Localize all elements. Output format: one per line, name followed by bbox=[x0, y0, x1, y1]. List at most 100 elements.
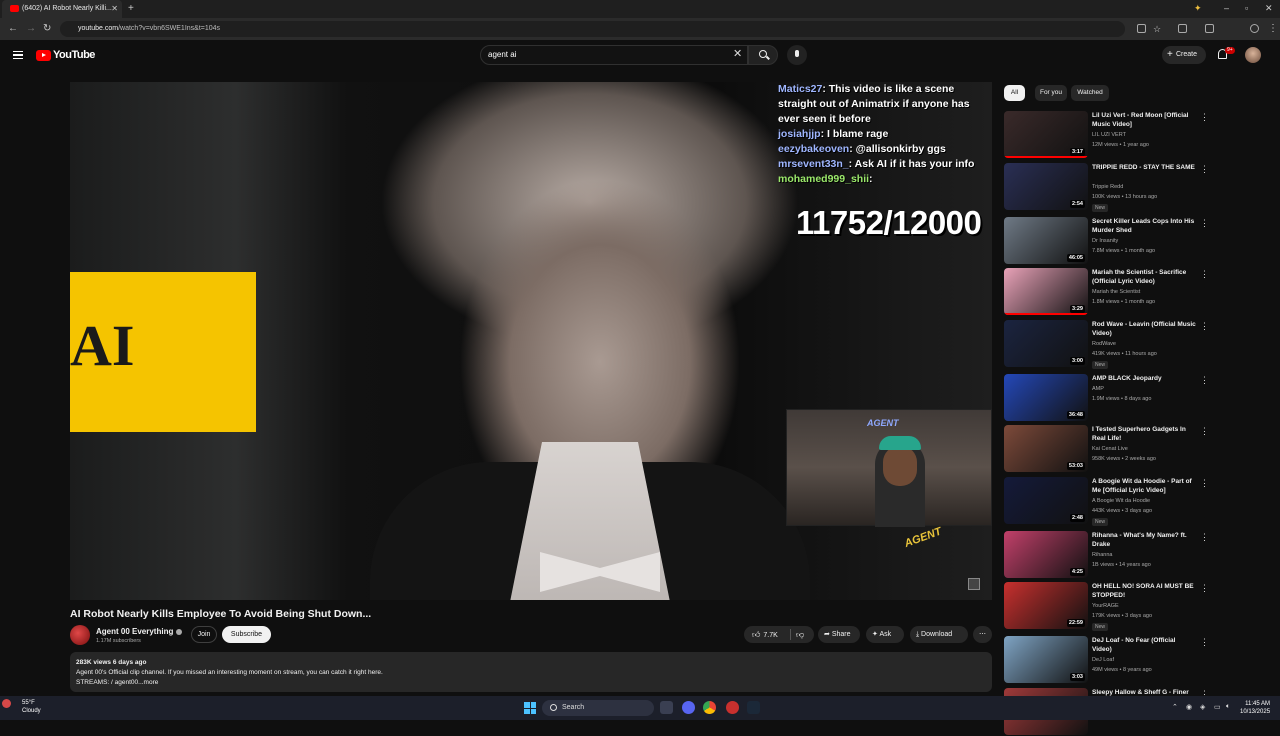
more-options-icon[interactable]: ⋮ bbox=[1200, 427, 1209, 436]
new-tab-icon[interactable]: + bbox=[128, 0, 134, 18]
description-box[interactable]: 283K views 6 days ago Agent 00's Officia… bbox=[70, 652, 992, 692]
tray-app-icon[interactable]: ◉ bbox=[1186, 703, 1192, 711]
steam-icon[interactable] bbox=[747, 701, 760, 714]
task-view-icon[interactable] bbox=[660, 701, 673, 714]
minimize-icon[interactable]: – bbox=[1224, 0, 1229, 16]
tray-app2-icon[interactable]: ◈ bbox=[1200, 703, 1205, 711]
browser-menu-icon[interactable]: ⋮ bbox=[1268, 21, 1278, 37]
recommended-title[interactable]: Rod Wave - Leavin (Official Music Video) bbox=[1092, 320, 1196, 338]
video-player[interactable]: AI Matics27: This video is like a scene … bbox=[70, 82, 992, 600]
video-thumbnail[interactable]: 4:25 bbox=[1004, 531, 1088, 578]
profile-icon[interactable] bbox=[1250, 24, 1259, 33]
video-thumbnail[interactable]: 3:29 bbox=[1004, 268, 1088, 315]
window-close-icon[interactable]: ✕ bbox=[1265, 0, 1273, 16]
recommended-video[interactable]: 53:03 I Tested Superhero Gadgets In Real … bbox=[1004, 425, 1224, 473]
clear-search-icon[interactable]: ✕ bbox=[733, 47, 742, 60]
recommended-channel[interactable]: Trippie Redd bbox=[1092, 184, 1123, 190]
like-button[interactable]: 👍︎ 7.7K bbox=[752, 626, 778, 644]
video-thumbnail[interactable]: 36:48 bbox=[1004, 374, 1088, 421]
recommended-title[interactable]: Rihanna - What's My Name? ft. Drake bbox=[1092, 531, 1196, 549]
more-actions-button[interactable]: ⋯ bbox=[973, 626, 992, 643]
recommended-title[interactable]: Secret Killer Leads Cops Into His Murder… bbox=[1092, 217, 1196, 235]
back-icon[interactable]: ← bbox=[8, 21, 18, 37]
more-options-icon[interactable]: ⋮ bbox=[1200, 165, 1209, 174]
channel-name[interactable]: Agent 00 Everything bbox=[96, 627, 183, 636]
weather-widget[interactable]: 55°F Cloudy bbox=[8, 699, 41, 715]
download-button[interactable]: ⤓ Download bbox=[910, 626, 968, 643]
more-options-icon[interactable]: ⋮ bbox=[1200, 219, 1209, 228]
chip-for-you[interactable]: For you bbox=[1035, 85, 1067, 101]
display-icon[interactable]: ▭ bbox=[1214, 703, 1221, 711]
recommended-title[interactable]: A Boogie Wit da Hoodie - Part of Me [Off… bbox=[1092, 477, 1196, 495]
windows-start-icon[interactable] bbox=[524, 702, 536, 714]
thumbs-down-icon[interactable]: 👎︎ bbox=[796, 626, 804, 643]
url-field[interactable]: youtube.com/watch?v=vbn6SWE1Ins&t=104s bbox=[60, 21, 1125, 37]
sparkle-icon[interactable]: ✦ bbox=[1194, 0, 1202, 16]
reload-icon[interactable]: ↻ bbox=[43, 21, 51, 37]
browser-tab[interactable]: (6402) AI Robot Nearly Killi... ✕ bbox=[2, 0, 122, 18]
more-options-icon[interactable]: ⋮ bbox=[1200, 533, 1209, 542]
more-options-icon[interactable]: ⋮ bbox=[1200, 113, 1209, 122]
taskbar-search[interactable]: Search bbox=[542, 700, 654, 716]
video-thumbnail[interactable]: 46:05 bbox=[1004, 217, 1088, 264]
more-options-icon[interactable]: ⋮ bbox=[1200, 376, 1209, 385]
join-button[interactable]: Join bbox=[191, 626, 217, 643]
discord-icon[interactable] bbox=[682, 701, 695, 714]
recommended-video[interactable]: 3:00 Rod Wave - Leavin (Official Music Vi… bbox=[1004, 320, 1224, 369]
recommended-video[interactable]: 3:17 Lil Uzi Vert - Red Moon [Official Mu… bbox=[1004, 111, 1224, 159]
cast-icon[interactable] bbox=[1137, 24, 1146, 33]
recommended-channel[interactable]: Rihanna bbox=[1092, 552, 1113, 558]
chrome-icon[interactable] bbox=[703, 701, 716, 714]
video-thumbnail[interactable]: 2:48 bbox=[1004, 477, 1088, 524]
chip-watched[interactable]: Watched bbox=[1071, 85, 1109, 101]
recommended-video[interactable]: 3:03 DeJ Loaf - No Fear (Official Video) D… bbox=[1004, 636, 1224, 684]
recommended-video[interactable]: 36:48 AMP BLACK Jeopardy AMP 1.9M views • 8… bbox=[1004, 374, 1224, 422]
recommended-video[interactable]: 22:59 OH HELL NO! SORA AI MUST BE STOPPED… bbox=[1004, 582, 1224, 631]
recommended-video[interactable]: 2:48 A Boogie Wit da Hoodie - Part of Me … bbox=[1004, 477, 1224, 526]
video-thumbnail[interactable]: 3:17 bbox=[1004, 111, 1088, 158]
recommended-channel[interactable]: Kai Cenat Live bbox=[1092, 446, 1128, 452]
extensions-icon[interactable] bbox=[1178, 24, 1187, 33]
video-thumbnail[interactable]: 22:59 bbox=[1004, 582, 1088, 629]
more-options-icon[interactable]: ⋮ bbox=[1200, 270, 1209, 279]
system-clock[interactable]: 11:45 AM 10/13/2025 bbox=[1240, 700, 1270, 716]
recommended-channel[interactable]: RodWave bbox=[1092, 341, 1116, 347]
chip-all[interactable]: All bbox=[1004, 85, 1025, 101]
app-icon[interactable] bbox=[726, 701, 739, 714]
recommended-title[interactable]: AMP BLACK Jeopardy bbox=[1092, 374, 1196, 383]
recommended-channel[interactable]: Mariah the Scientist bbox=[1092, 289, 1140, 295]
recommended-title[interactable]: DeJ Loaf - No Fear (Official Video) bbox=[1092, 636, 1196, 654]
recommended-video[interactable]: 2:54 TRIPPIE REDD - STAY THE SAME Trippie … bbox=[1004, 163, 1224, 212]
recommended-channel[interactable]: YourRAGE bbox=[1092, 603, 1119, 609]
hamburger-menu-icon[interactable] bbox=[13, 51, 23, 59]
recommended-video[interactable]: 4:25 Rihanna - What's My Name? ft. Drake R… bbox=[1004, 531, 1224, 579]
search-button[interactable] bbox=[748, 45, 778, 65]
recommended-title[interactable]: OH HELL NO! SORA AI MUST BE STOPPED! bbox=[1092, 582, 1196, 600]
video-thumbnail[interactable]: 53:03 bbox=[1004, 425, 1088, 472]
video-thumbnail[interactable]: 2:54 bbox=[1004, 163, 1088, 210]
recommended-title[interactable]: TRIPPIE REDD - STAY THE SAME bbox=[1092, 163, 1196, 172]
maximize-icon[interactable]: ▫ bbox=[1245, 0, 1248, 16]
tray-chevron-icon[interactable]: ⌃ bbox=[1172, 703, 1178, 711]
youtube-logo-icon[interactable] bbox=[36, 50, 51, 61]
more-options-icon[interactable]: ⋮ bbox=[1200, 638, 1209, 647]
recommended-channel[interactable]: DeJ Loaf bbox=[1092, 657, 1114, 663]
subscribe-button[interactable]: Subscribe bbox=[222, 626, 271, 643]
more-options-icon[interactable]: ⋮ bbox=[1200, 322, 1209, 331]
player-settings-icon[interactable] bbox=[968, 578, 980, 590]
recommended-channel[interactable]: A Boogie Wit da Hoodie bbox=[1092, 498, 1150, 504]
recommended-title[interactable]: I Tested Superhero Gadgets In Real Life! bbox=[1092, 425, 1196, 443]
search-input[interactable]: agent ai bbox=[480, 45, 748, 65]
recommended-video[interactable]: 46:05 Secret Killer Leads Cops Into His M… bbox=[1004, 217, 1224, 265]
recommended-channel[interactable]: LIL UZI VERT bbox=[1092, 132, 1126, 138]
tab-close-icon[interactable]: ✕ bbox=[111, 0, 118, 18]
recommended-channel[interactable]: Dr Insanity bbox=[1092, 238, 1118, 244]
bookmark-star-icon[interactable]: ☆ bbox=[1153, 21, 1161, 37]
video-thumbnail[interactable]: 3:00 bbox=[1004, 320, 1088, 367]
recommended-channel[interactable]: AMP bbox=[1092, 386, 1104, 392]
recommended-video[interactable]: 3:29 Mariah the Scientist - Sacrifice (Of… bbox=[1004, 268, 1224, 316]
recommended-title[interactable]: Mariah the Scientist - Sacrifice (Offici… bbox=[1092, 268, 1196, 286]
share-button[interactable]: ➦ Share bbox=[818, 626, 860, 643]
voice-search-icon[interactable] bbox=[787, 45, 807, 65]
create-button[interactable]: + Create bbox=[1162, 46, 1206, 64]
